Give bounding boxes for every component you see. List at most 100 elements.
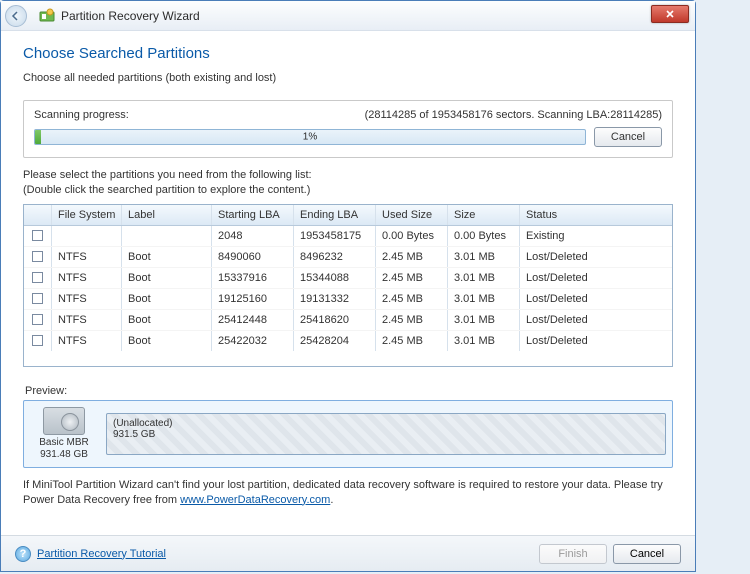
cell-ending-lba: 25418620 [294,310,376,330]
table-row[interactable]: 204819534581750.00 Bytes0.00 BytesExisti… [24,226,672,247]
col-size[interactable]: Size [448,205,520,225]
cell-size: 3.01 MB [448,331,520,351]
help-icon: ? [15,546,31,562]
scan-label: Scanning progress: [34,109,129,121]
cell-size: 3.01 MB [448,289,520,309]
row-checkbox[interactable] [32,335,43,346]
partition-table: File System Label Starting LBA Ending LB… [23,204,673,367]
cell-starting-lba: 2048 [212,226,294,246]
cell-status: Lost/Deleted [520,289,672,309]
cell-size: 3.01 MB [448,310,520,330]
cell-used-size: 0.00 Bytes [376,226,448,246]
cell-starting-lba: 25422032 [212,331,294,351]
cell-status: Lost/Deleted [520,268,672,288]
wizard-window: Partition Recovery Wizard Choose Searche… [0,0,696,572]
progress-percent: 1% [303,132,317,143]
cell-ending-lba: 19131332 [294,289,376,309]
cell-starting-lba: 15337916 [212,268,294,288]
table-row[interactable]: NTFSBoot15337916153440882.45 MB3.01 MBLo… [24,268,672,289]
table-body: 204819534581750.00 Bytes0.00 BytesExisti… [24,226,672,366]
row-checkbox[interactable] [32,272,43,283]
table-row[interactable]: NTFSBoot25412448254186202.45 MB3.01 MBLo… [24,310,672,331]
cell-label: Boot [122,268,212,288]
partition-block[interactable]: (Unallocated) 931.5 GB [106,413,666,455]
cell-starting-lba: 8490060 [212,247,294,267]
row-checkbox-cell [24,226,52,246]
cell-size: 0.00 Bytes [448,226,520,246]
table-row[interactable]: NTFSBoot849006084962322.45 MB3.01 MBLost… [24,247,672,268]
table-row[interactable]: NTFSBoot25422032254282042.45 MB3.01 MBLo… [24,331,672,351]
table-row[interactable]: NTFSBoot19125160191313322.45 MB3.01 MBLo… [24,289,672,310]
preview-label: Preview: [25,385,673,397]
back-button[interactable] [5,5,27,27]
close-button[interactable] [651,5,689,23]
col-starting-lba[interactable]: Starting LBA [212,205,294,225]
cell-used-size: 2.45 MB [376,331,448,351]
progress-fill [35,130,41,144]
cell-label: Boot [122,310,212,330]
finish-button[interactable]: Finish [539,544,607,564]
page-heading: Choose Searched Partitions [23,45,673,62]
partition-name: (Unallocated) [113,418,659,429]
help-link[interactable]: Partition Recovery Tutorial [37,548,166,560]
note-text-a: If MiniTool Partition Wizard can't find … [23,479,663,506]
cell-status: Lost/Deleted [520,247,672,267]
cell-used-size: 2.45 MB [376,310,448,330]
row-checkbox[interactable] [32,230,43,241]
row-checkbox-cell [24,310,52,330]
progress-bar: 1% [34,129,586,145]
col-checkbox [24,205,52,225]
app-icon [39,8,55,24]
cell-used-size: 2.45 MB [376,289,448,309]
recovery-note: If MiniTool Partition Wizard can't find … [23,478,673,508]
cell-status: Lost/Deleted [520,331,672,351]
cell-label [122,226,212,246]
partition-size: 931.5 GB [113,429,659,440]
cell-filesystem: NTFS [52,247,122,267]
cell-label: Boot [122,289,212,309]
note-text-b: . [330,494,333,506]
col-status[interactable]: Status [520,205,672,225]
scan-panel: Scanning progress: (28114285 of 19534581… [23,100,673,158]
cell-filesystem [52,226,122,246]
col-filesystem[interactable]: File System [52,205,122,225]
cell-ending-lba: 1953458175 [294,226,376,246]
disk-size: 931.48 GB [30,449,98,461]
note-link[interactable]: www.PowerDataRecovery.com [180,494,330,506]
row-checkbox-cell [24,268,52,288]
col-ending-lba[interactable]: Ending LBA [294,205,376,225]
table-header: File System Label Starting LBA Ending LB… [24,205,672,226]
content-area: Choose Searched Partitions Choose all ne… [1,31,695,517]
row-checkbox[interactable] [32,251,43,262]
col-label[interactable]: Label [122,205,212,225]
cell-used-size: 2.45 MB [376,268,448,288]
col-used-size[interactable]: Used Size [376,205,448,225]
cell-ending-lba: 15344088 [294,268,376,288]
cell-filesystem: NTFS [52,310,122,330]
scan-cancel-button[interactable]: Cancel [594,127,662,147]
disk-card[interactable]: Basic MBR 931.48 GB [30,407,98,461]
disk-name: Basic MBR [30,437,98,449]
cell-ending-lba: 25428204 [294,331,376,351]
cell-starting-lba: 19125160 [212,289,294,309]
window-title: Partition Recovery Wizard [61,9,200,23]
scan-status: (28114285 of 1953458176 sectors. Scannin… [365,109,662,121]
cell-ending-lba: 8496232 [294,247,376,267]
cell-starting-lba: 25412448 [212,310,294,330]
cell-label: Boot [122,331,212,351]
arrow-left-icon [11,11,21,21]
cell-filesystem: NTFS [52,268,122,288]
cell-status: Lost/Deleted [520,310,672,330]
cell-label: Boot [122,247,212,267]
list-hint-line2: (Double click the searched partition to … [23,184,310,196]
row-checkbox[interactable] [32,314,43,325]
help-area: ? Partition Recovery Tutorial [15,546,166,562]
cell-used-size: 2.45 MB [376,247,448,267]
row-checkbox[interactable] [32,293,43,304]
titlebar: Partition Recovery Wizard [1,1,695,31]
cancel-button[interactable]: Cancel [613,544,681,564]
cell-filesystem: NTFS [52,289,122,309]
list-hint-line1: Please select the partitions you need fr… [23,169,312,181]
row-checkbox-cell [24,247,52,267]
cell-status: Existing [520,226,672,246]
